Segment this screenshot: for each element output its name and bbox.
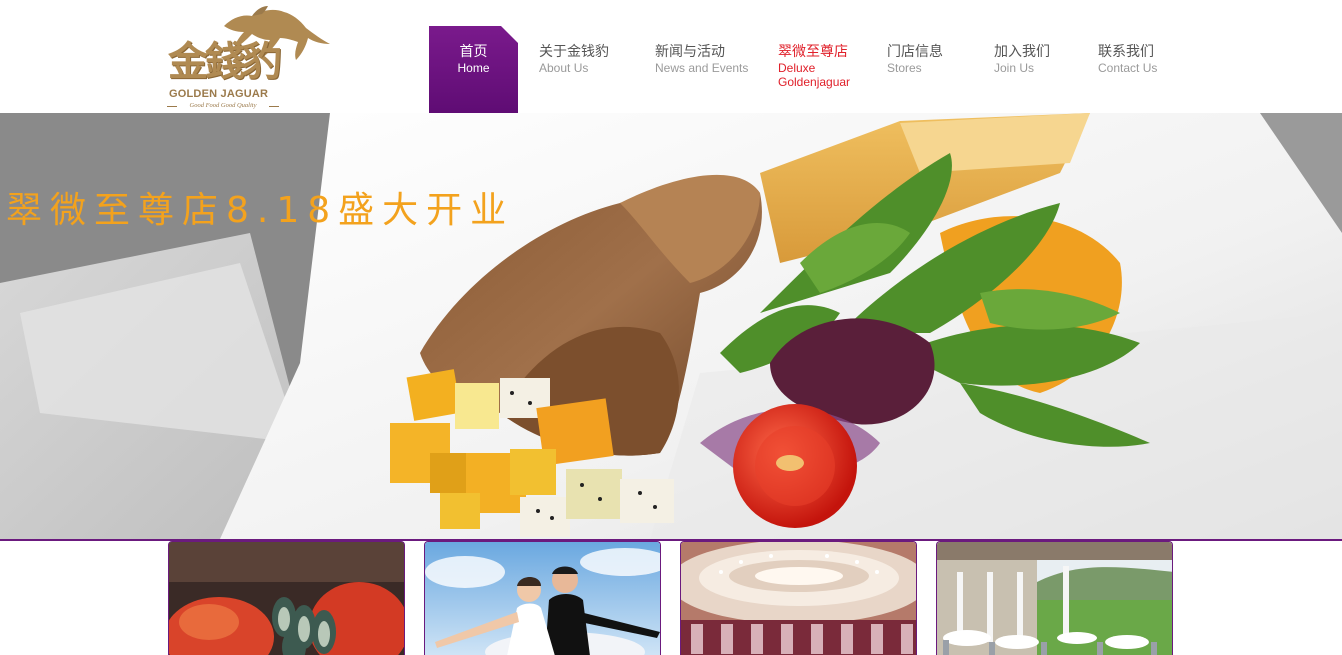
logo-slogan: Good Food Good Quality	[167, 102, 279, 110]
foie-gras-dish-image	[0, 113, 1342, 539]
nav-item-en-label-line1: Deluxe	[778, 61, 816, 75]
nav-item-en-label: About Us	[539, 61, 589, 75]
nav-item-en-label: News and Events	[655, 61, 749, 75]
nav-item-cn-label: 门店信息	[887, 44, 943, 60]
thumbnail-seafood-buffet[interactable]	[168, 541, 405, 655]
banquet-hall-image	[681, 542, 916, 655]
nav-item-home[interactable]: 首页 Home	[429, 26, 518, 113]
nav-item-news-events[interactable]: 新闻与活动 News and Events	[655, 26, 748, 113]
nav-item-cn-label: 首页	[459, 44, 488, 60]
nav-item-cn-label: 翠微至尊店	[778, 44, 848, 60]
logo-chinese-name: 金錢豹	[168, 38, 282, 85]
nav-item-join-us[interactable]: 加入我们 Join Us	[994, 26, 1050, 113]
site-header: 金錢豹 GOLDEN JAGUAR Good Food Good Quality…	[0, 0, 1342, 113]
thumbnail-garden-terrace[interactable]	[936, 541, 1173, 655]
nav-item-en-label: Join Us	[994, 61, 1035, 75]
nav-item-about-us[interactable]: 关于金钱豹 About Us	[539, 26, 609, 113]
thumbnail-wedding[interactable]	[424, 541, 661, 655]
nav-item-en-label: Stores	[887, 61, 922, 75]
seafood-buffet-image	[169, 542, 404, 655]
nav-item-cn-label: 新闻与活动	[655, 44, 725, 60]
garden-terrace-image	[937, 542, 1172, 655]
nav-item-cn-label: 关于金钱豹	[539, 44, 609, 60]
nav-item-cn-label: 加入我们	[994, 44, 1050, 60]
logo-english-name: GOLDEN JAGUAR	[169, 88, 269, 100]
nav-item-contact-us[interactable]: 联系我们 Contact Us	[1098, 26, 1157, 113]
nav-item-en-label: Contact Us	[1098, 61, 1158, 75]
nav-item-en-label: Home	[457, 61, 490, 75]
wedding-couple-image	[425, 542, 660, 655]
golden-jaguar-logo[interactable]: 金錢豹 GOLDEN JAGUAR Good Food Good Quality	[166, 4, 336, 110]
thumbnail-banquet-hall[interactable]	[680, 541, 917, 655]
nav-item-cn-label: 联系我们	[1098, 44, 1154, 60]
nav-item-deluxe-goldenjaguar[interactable]: 翠微至尊店 Deluxe Goldenjaguar	[778, 26, 850, 113]
nav-item-en-label-line2: Goldenjaguar	[778, 75, 851, 89]
banner-caption: 翠微至尊店8.18盛大开业	[6, 190, 515, 231]
hero-banner[interactable]: 翠微至尊店8.18盛大开业	[0, 113, 1342, 539]
nav-item-stores[interactable]: 门店信息 Stores	[887, 26, 943, 113]
